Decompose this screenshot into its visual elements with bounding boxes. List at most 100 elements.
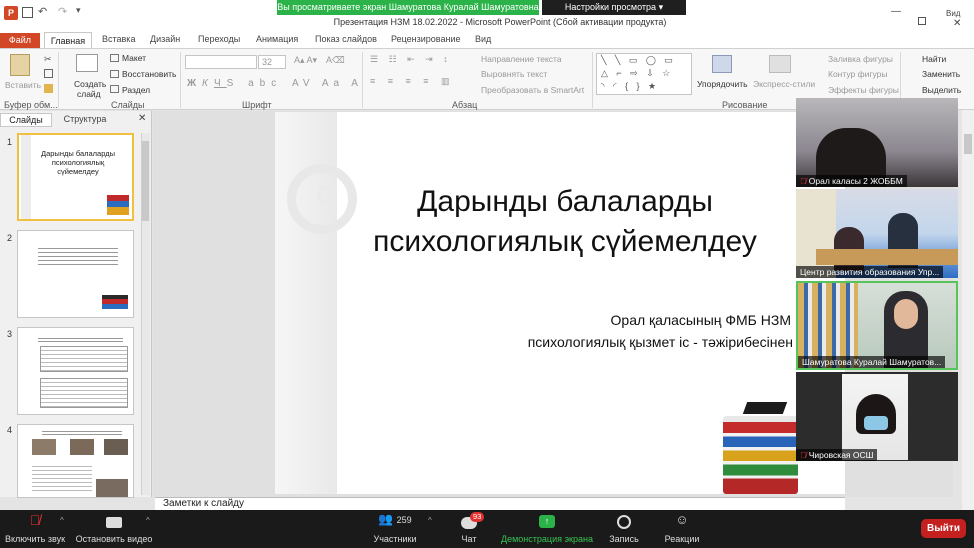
align-icons[interactable]: ≡ ≡ ≡ ≡ ▥ [370,76,455,87]
share-screen-button[interactable]: ↑ Демонстрация экрана [500,512,594,544]
font-size-input[interactable]: 32 [258,55,286,69]
video-button[interactable]: Остановить видео [74,512,154,544]
find-button[interactable]: Найти [922,54,946,64]
new-slide-button-2[interactable]: слайд [77,89,101,99]
redo-icon[interactable]: ↷ [58,5,67,18]
chevron-up-icon[interactable]: ^ [428,516,432,525]
participant-video[interactable]: Центр развития образования Упр... [796,189,958,278]
shape-outline-button[interactable]: Контур фигуры [828,69,887,79]
font-name-input[interactable] [185,55,257,69]
reset-button[interactable]: Восстановить [122,69,176,79]
font-group-label: Шрифт [242,100,272,110]
tab-insert[interactable]: Вставка [102,34,135,44]
mute-label: Включить звук [4,534,66,544]
minimize-button[interactable]: — [891,6,901,17]
section-button[interactable]: Раздел [122,85,150,95]
arrange-icon[interactable] [712,55,732,73]
editor-scrollbar[interactable] [962,110,974,510]
participant-name-label: Орал каласы 2 ЖОББМ [808,176,903,186]
quick-styles-icon[interactable] [769,55,791,73]
shape-effects-button[interactable]: Эффекты фигуры [828,85,899,95]
close-panel-icon[interactable]: ✕ [138,113,146,124]
thumbnail-text [38,245,118,267]
new-slide-icon[interactable] [76,54,98,72]
tab-slides[interactable]: Слайды [0,113,52,127]
participant-video[interactable]: 🎙̸ Чировская ОСШ [796,372,958,461]
thumbnail-photo [70,439,94,455]
tab-view[interactable]: Вид [475,34,491,44]
reactions-button[interactable]: ☺ Реакции [662,512,702,544]
participants-button[interactable]: 👥 259 Участники [372,512,418,544]
video-camera-icon [106,517,122,528]
slide-thumbnail[interactable] [17,327,134,415]
tab-slideshow[interactable]: Показ слайдов [315,34,377,44]
slide-title[interactable]: Дарынды балаларды психологиялық сүйемелд… [335,182,795,262]
qat-more-icon[interactable]: ▾ [76,5,81,16]
record-button[interactable]: Запись [606,512,642,544]
text-direction-button[interactable]: Направление текста [481,54,562,64]
panel-scroll-thumb[interactable] [142,141,149,221]
copy-icon[interactable] [44,69,53,78]
tab-file[interactable]: Файл [0,33,40,48]
align-text-button[interactable]: Выровнять текст [481,69,547,79]
restore-button[interactable] [918,17,926,25]
slide-thumbnail[interactable] [17,424,134,498]
tab-review[interactable]: Рецензирование [391,34,461,44]
tab-design[interactable]: Дизайн [150,34,180,44]
slide-subtitle-line1[interactable]: Орал қаласының ФМБ НЗМ [611,312,791,328]
arrange-button[interactable]: Упорядочить [697,79,748,89]
slide-thumbnail[interactable] [17,230,134,318]
new-slide-button[interactable]: Создать [74,79,106,89]
slide-thumbnail[interactable]: Дарынды балаларды психологиялық сүйемелд… [17,133,134,221]
tab-transitions[interactable]: Переходы [198,34,240,44]
paste-icon[interactable] [10,54,30,76]
participant-video-active[interactable]: Шамуратова Куралай Шамуратов... [796,281,958,370]
thumbnail-title: Дарынды балаларды психологиялық сүйемелд… [41,149,115,176]
paragraph-group-label: Абзац [452,100,478,110]
cut-icon[interactable]: ✂ [44,54,52,65]
shape-fill-button[interactable]: Заливка фигуры [828,54,893,64]
format-painter-icon[interactable] [44,84,53,93]
share-screen-icon: ↑ [539,515,555,528]
select-button[interactable]: Выделить [922,85,961,95]
font-style-icons[interactable]: ЖКЧS abc [187,78,282,89]
layout-icon [110,54,119,62]
paste-button[interactable]: Вставить [5,80,41,90]
mute-button[interactable]: 🎙̸ Включить звук [4,512,66,544]
font-grow-icon[interactable]: A▴ A▾ [294,55,317,66]
undo-icon[interactable]: ↶ [38,5,47,18]
list-icons[interactable]: ☰ ☷ ⇤ ⇥ ↕ [370,54,452,65]
view-settings-button[interactable]: Настройки просмотра ▾ [542,0,686,15]
save-icon[interactable] [22,7,33,18]
chevron-up-icon[interactable]: ^ [60,516,64,525]
close-button[interactable]: ✕ [953,18,961,29]
ribbon-tabs: Вставка Дизайн Переходы Анимация Показ с… [0,32,974,48]
view-label[interactable]: Вид [946,9,960,18]
window-title: Презентация НЗМ 18.02.2022 - Microsoft P… [333,17,667,27]
chat-badge: 93 [470,512,485,522]
smartart-button[interactable]: Преобразовать в SmartArt [481,85,584,95]
leave-button[interactable]: Выйти [921,519,966,538]
participant-video[interactable]: 🎙̸ Орал каласы 2 ЖОББМ [796,98,958,187]
shapes-gallery[interactable]: ╲ ╲ ▭ ◯ ▭ △ ⌐ ⇨ ⇩ ☆ ◝ ◜ { } ★ [596,53,692,95]
slide-decor-circle-small [317,186,335,204]
muted-mic-icon: 🎙̸ [29,512,41,528]
clear-format-icon[interactable]: A⌫ [326,55,345,66]
chevron-up-icon[interactable]: ^ [146,516,150,525]
tab-animation[interactable]: Анимация [256,34,298,44]
replace-button[interactable]: Заменить [922,69,960,79]
tab-structure[interactable]: Структура [54,113,116,127]
tab-home[interactable]: Главная [44,32,92,49]
thumbnail-box [40,378,128,408]
thumbnail-text [38,336,123,342]
quick-styles-button[interactable]: Экспресс-стили [753,79,815,89]
slide-canvas[interactable]: Дарынды балаларды психологиялық сүйемелд… [275,112,845,494]
scroll-thumb[interactable] [964,134,972,154]
thumbnail-text [42,429,122,435]
font-color-icon[interactable]: AV Aa A [292,78,363,89]
notes-pane[interactable]: Заметки к слайду [155,497,845,510]
graduation-cap-icon [742,402,788,414]
participant-name-label: Чировская ОСШ [808,450,874,460]
slide-subtitle-line2[interactable]: психологиялық қызмет іс - тәжірибесінен [528,334,793,350]
layout-button[interactable]: Макет [122,53,146,63]
